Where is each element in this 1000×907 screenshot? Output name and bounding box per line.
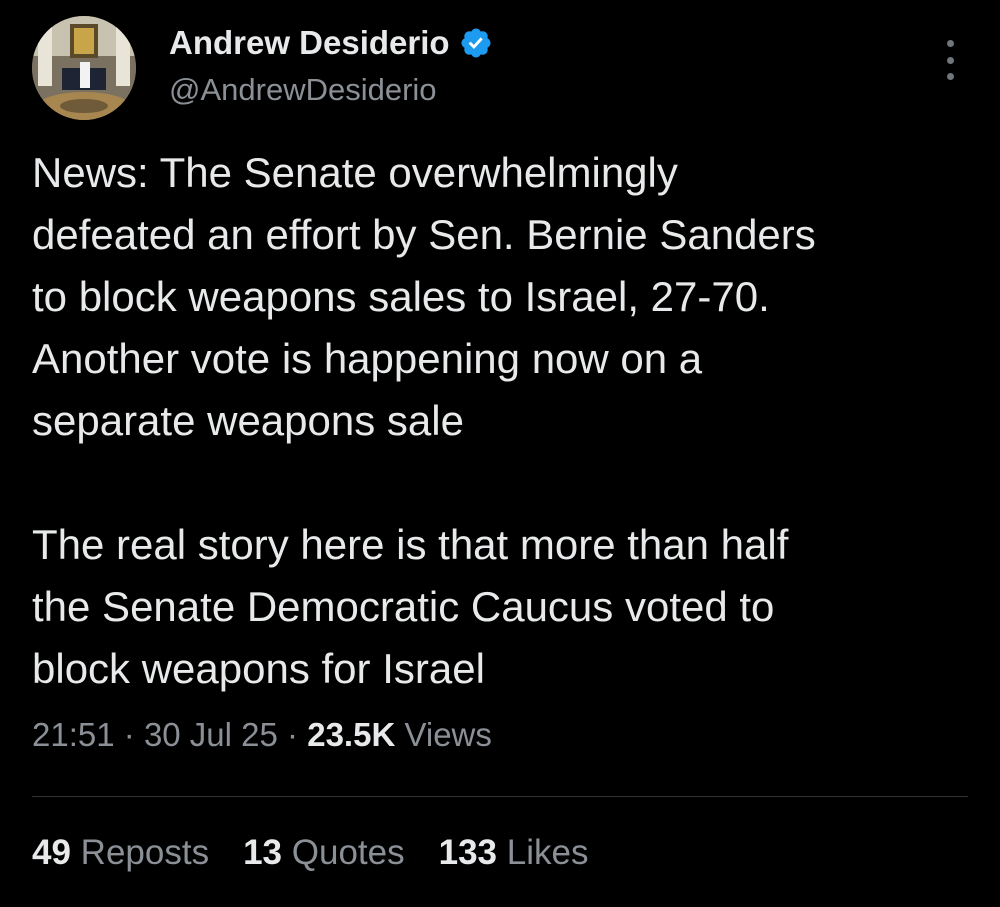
quotes-label: Quotes	[291, 833, 405, 872]
display-name[interactable]: Andrew Desiderio	[169, 24, 450, 62]
divider	[32, 796, 968, 797]
views-label: Views	[404, 716, 492, 753]
avatar[interactable]	[32, 16, 136, 120]
likes-stat[interactable]: 133 Likes	[439, 833, 589, 873]
dot	[946, 40, 954, 47]
dot	[946, 73, 954, 80]
quotes-stat[interactable]: 13 Quotes	[243, 833, 405, 873]
author-info: Andrew Desiderio @AndrewDesiderio	[169, 22, 493, 108]
meta-separator: ·	[123, 716, 135, 753]
views-count: 23.5K	[307, 716, 396, 753]
likes-label: Likes	[506, 833, 589, 872]
tweet-text: News: The Senate overwhelmingly defeated…	[32, 149, 816, 692]
engagement-stats: 49 Reposts 13 Quotes 133 Likes	[32, 833, 622, 873]
more-options-icon[interactable]	[940, 40, 960, 80]
handle[interactable]: @AndrewDesiderio	[169, 72, 493, 108]
name-row: Andrew Desiderio	[169, 22, 493, 64]
likes-count: 133	[438, 833, 498, 872]
dot	[946, 56, 954, 64]
tweet-date[interactable]: 30 Jul 25	[144, 716, 278, 753]
tweet-header: Andrew Desiderio @AndrewDesiderio	[32, 16, 968, 120]
reposts-stat[interactable]: 49 Reposts	[32, 833, 209, 873]
quotes-count: 13	[243, 833, 283, 872]
meta-separator: ·	[287, 716, 299, 753]
tweet-meta: 21:51 · 30 Jul 25 · 23.5K Views	[32, 716, 492, 754]
tweet-card: Andrew Desiderio @AndrewDesiderio News: …	[0, 0, 1000, 907]
reposts-label: Reposts	[80, 833, 210, 872]
tweet-time[interactable]: 21:51	[32, 716, 115, 753]
verified-badge-icon	[461, 28, 491, 58]
reposts-count: 49	[32, 833, 71, 872]
